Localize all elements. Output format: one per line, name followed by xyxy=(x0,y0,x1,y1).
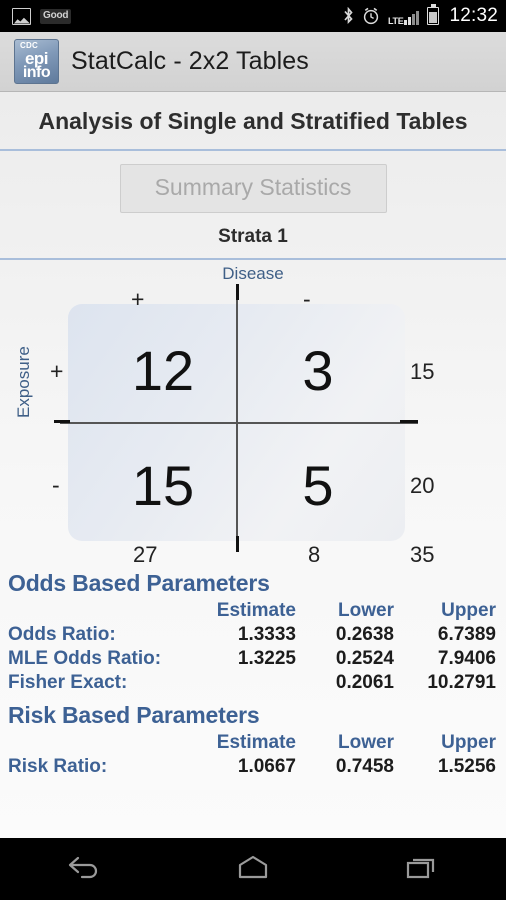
epi-info-logo: CDC epi info xyxy=(14,39,59,84)
mle-odds-ratio-upper: 7.9406 xyxy=(437,648,496,669)
odds-ratio-label: Odds Ratio: xyxy=(8,624,116,645)
risk-row-label-header xyxy=(8,732,204,756)
mle-odds-ratio-label: MLE Odds Ratio: xyxy=(8,648,162,669)
odds-ratio-lower: 0.2638 xyxy=(335,624,394,645)
risk-col-lower: Lower xyxy=(338,732,394,753)
status-bar-right: LTE 12:32 xyxy=(343,4,498,27)
page-title: Analysis of Single and Stratified Tables xyxy=(38,108,468,134)
column-total-diseased: 27 xyxy=(133,542,158,567)
app-title: StatCalc - 2x2 Tables xyxy=(71,47,309,75)
table-row: Fisher Exact: 0.2061 10.2791 xyxy=(8,672,498,696)
vertical-divider xyxy=(236,290,238,552)
horizontal-divider-right-tick xyxy=(400,420,418,423)
statistics-area: Odds Based Parameters Estimate Lower Upp… xyxy=(0,564,506,780)
home-icon xyxy=(233,854,273,885)
fisher-exact-upper: 10.2791 xyxy=(427,672,496,693)
phone-screen: Good LTE 12:32 CDC epi info StatCalc - 2… xyxy=(0,0,506,900)
table-header-row: Estimate Lower Upper xyxy=(8,600,498,624)
status-bar-left: Good xyxy=(12,7,72,25)
cell-exposed-diseased[interactable]: 12 xyxy=(108,338,218,403)
odds-parameters-table: Estimate Lower Upper Odds Ratio: 1.3333 … xyxy=(8,600,498,696)
vertical-divider-top-tick xyxy=(236,284,239,300)
mle-odds-ratio-lower: 0.2524 xyxy=(335,648,394,669)
summary-statistics-button[interactable]: Summary Statistics xyxy=(119,164,387,213)
strata-label: Strata 1 xyxy=(218,226,288,247)
odds-col-lower: Lower xyxy=(338,600,394,621)
summary-statistics-block: Summary Statistics xyxy=(0,151,506,222)
home-button[interactable] xyxy=(216,846,290,892)
battery-icon xyxy=(427,4,440,25)
fisher-exact-lower: 0.2061 xyxy=(335,672,394,693)
android-nav-bar xyxy=(0,838,506,900)
risk-ratio-lower: 0.7458 xyxy=(335,756,394,777)
odds-ratio-upper: 6.7389 xyxy=(437,624,496,645)
signal-icon xyxy=(404,11,420,25)
two-by-two-table: Disease Exposure + - + - 12 3 15 5 15 20… xyxy=(0,260,506,567)
alarm-icon xyxy=(362,7,380,25)
exposure-axis-label: Exposure xyxy=(14,346,33,418)
main-content: Analysis of Single and Stratified Tables… xyxy=(0,92,506,838)
row-header-positive: + xyxy=(50,358,64,384)
column-header-negative: - xyxy=(303,286,311,312)
back-button[interactable] xyxy=(47,846,121,892)
grand-total: 35 xyxy=(410,542,435,567)
disease-axis-label: Disease xyxy=(222,264,284,283)
cell-exposed-nondiseased[interactable]: 3 xyxy=(263,338,373,403)
recents-icon xyxy=(402,854,442,885)
table-row: MLE Odds Ratio: 1.3225 0.2524 7.9406 xyxy=(8,648,498,672)
status-bar-clock: 12:32 xyxy=(449,5,498,26)
table-row: Risk Ratio: 1.0667 0.7458 1.5256 xyxy=(8,756,498,780)
row-total-unexposed: 20 xyxy=(410,473,435,498)
cell-unexposed-diseased[interactable]: 15 xyxy=(108,453,218,518)
cell-unexposed-nondiseased[interactable]: 5 xyxy=(263,453,373,518)
odds-ratio-estimate: 1.3333 xyxy=(237,624,296,645)
risk-col-upper: Upper xyxy=(441,732,496,753)
risk-col-estimate: Estimate xyxy=(216,732,296,753)
column-header-positive: + xyxy=(131,286,145,312)
horizontal-divider xyxy=(60,422,418,424)
bluetooth-icon xyxy=(343,7,354,25)
horizontal-divider-left-tick xyxy=(54,420,70,423)
app-bar: CDC epi info StatCalc - 2x2 Tables xyxy=(0,32,506,92)
risk-parameters-table: Estimate Lower Upper Risk Ratio: 1.0667 … xyxy=(8,732,498,780)
table-row: Odds Ratio: 1.3333 0.2638 6.7389 xyxy=(8,624,498,648)
logo-info-text: info xyxy=(22,64,51,81)
back-icon xyxy=(64,854,104,885)
good-badge: Good xyxy=(40,8,72,24)
row-header-negative: - xyxy=(52,472,60,498)
fisher-exact-estimate xyxy=(204,672,302,696)
risk-ratio-estimate: 1.0667 xyxy=(237,756,296,777)
risk-ratio-upper: 1.5256 xyxy=(437,756,496,777)
lte-icon: LTE xyxy=(388,7,420,26)
row-total-exposed: 15 xyxy=(410,359,435,384)
lte-label: LTE xyxy=(388,16,404,26)
odds-col-upper: Upper xyxy=(441,600,496,621)
recents-button[interactable] xyxy=(385,846,459,892)
column-total-nondiseased: 8 xyxy=(308,542,321,567)
odds-section-title: Odds Based Parameters xyxy=(8,570,270,596)
mle-odds-ratio-estimate: 1.3225 xyxy=(237,648,296,669)
status-bar: Good LTE 12:32 xyxy=(0,0,506,32)
odds-col-estimate: Estimate xyxy=(216,600,296,621)
risk-ratio-label: Risk Ratio: xyxy=(8,756,108,777)
vertical-divider-bottom-tick xyxy=(236,536,239,552)
risk-section-title: Risk Based Parameters xyxy=(8,702,260,728)
odds-row-label-header xyxy=(8,600,204,624)
table-header-row: Estimate Lower Upper xyxy=(8,732,498,756)
fisher-exact-label: Fisher Exact: xyxy=(8,672,128,693)
photo-icon xyxy=(12,7,31,25)
